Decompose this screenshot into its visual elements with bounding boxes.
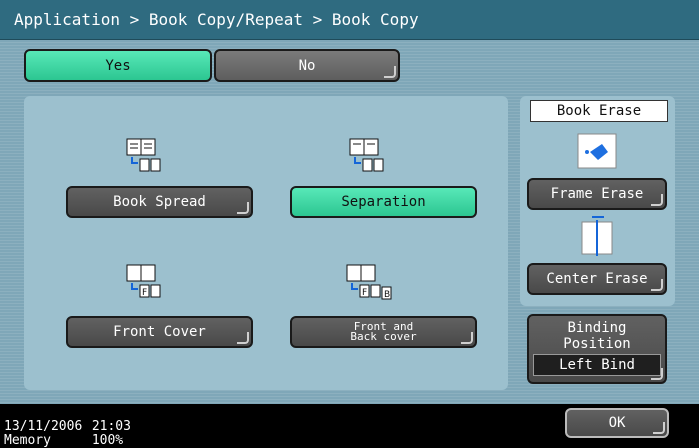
corner-indicator-icon <box>237 202 249 214</box>
front-cover-button[interactable]: Front Cover <box>66 316 253 348</box>
corner-indicator-icon <box>384 66 396 78</box>
svg-text:F: F <box>142 288 147 298</box>
front-cover-label: Front Cover <box>113 324 206 340</box>
yes-label: Yes <box>105 57 131 74</box>
yes-button[interactable]: Yes <box>24 49 212 82</box>
front-back-cover-button[interactable]: Front and Back cover <box>290 316 477 348</box>
front-back-label-line2: Back cover <box>350 330 417 343</box>
front-back-cover-icon: F B <box>346 264 392 300</box>
front-cover-icon: F <box>126 264 161 298</box>
separation-icon <box>349 138 384 172</box>
book-erase-title: Book Erase <box>530 100 668 122</box>
frame-erase-label: Frame Erase <box>550 186 644 202</box>
binding-value: Left Bind <box>533 354 661 376</box>
separation-label: Separation <box>341 194 426 210</box>
svg-text:B: B <box>384 290 390 300</box>
no-label: No <box>298 57 316 74</box>
svg-text:F: F <box>362 288 367 298</box>
center-erase-label: Center Erase <box>546 271 648 287</box>
frame-erase-button[interactable]: Frame Erase <box>527 178 667 210</box>
status-memory-label: Memory <box>4 433 51 448</box>
corner-indicator-icon <box>651 368 663 380</box>
breadcrumb: Application > Book Copy/Repeat > Book Co… <box>0 0 699 40</box>
status-time: 21:03 <box>91 419 131 434</box>
corner-indicator-icon <box>653 422 665 434</box>
corner-indicator-icon <box>237 332 249 344</box>
corner-indicator-icon <box>651 279 663 291</box>
status-date-time: 13/11/2006 21:03 Memory 100% <box>4 420 131 448</box>
book-spread-icon <box>126 138 161 172</box>
status-memory-value: 100% <box>91 433 124 448</box>
center-erase-icon <box>581 216 613 256</box>
binding-label-line1: Binding <box>567 320 627 336</box>
binding-position-button[interactable]: Binding Position Left Bind <box>527 314 667 384</box>
book-spread-label: Book Spread <box>113 194 206 210</box>
no-button[interactable]: No <box>214 49 400 82</box>
status-date: 13/11/2006 <box>4 419 83 434</box>
separation-button[interactable]: Separation <box>290 186 477 218</box>
ok-button[interactable]: OK <box>565 408 669 438</box>
corner-indicator-icon <box>461 332 473 344</box>
book-copy-screen: Application > Book Copy/Repeat > Book Co… <box>0 0 699 448</box>
book-spread-button[interactable]: Book Spread <box>66 186 253 218</box>
binding-label-line2: Position <box>563 336 631 352</box>
center-erase-button[interactable]: Center Erase <box>527 263 667 295</box>
corner-indicator-icon <box>651 194 663 206</box>
frame-erase-icon <box>577 133 617 169</box>
ok-label: OK <box>608 415 626 431</box>
